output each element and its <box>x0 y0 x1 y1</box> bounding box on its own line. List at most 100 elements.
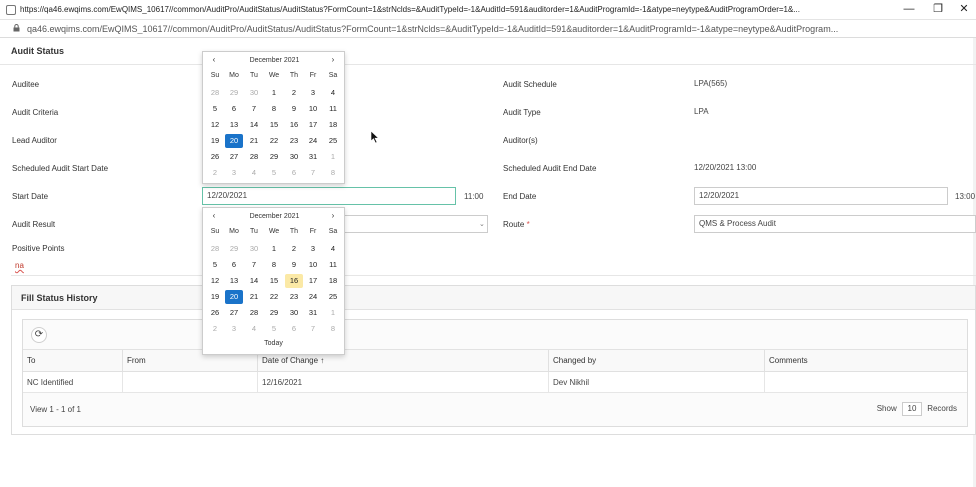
calendar-day[interactable]: 29 <box>225 242 243 256</box>
calendar-day[interactable]: 25 <box>324 134 342 148</box>
calendar-day[interactable]: 2 <box>206 322 224 336</box>
calendar-day[interactable]: 5 <box>265 322 283 336</box>
calendar-day[interactable]: 21 <box>245 290 263 304</box>
calendar-day[interactable]: 5 <box>265 166 283 180</box>
calendar-day[interactable]: 12 <box>206 118 224 132</box>
calendar-day[interactable]: 1 <box>324 150 342 164</box>
calendar-day[interactable]: 10 <box>304 258 322 272</box>
calendar-day[interactable]: 2 <box>285 242 303 256</box>
calendar-day[interactable]: 26 <box>206 306 224 320</box>
calendar-day[interactable]: 17 <box>304 118 322 132</box>
calendar-day[interactable]: 7 <box>304 322 322 336</box>
calendar-day[interactable]: 2 <box>206 166 224 180</box>
calendar-day[interactable]: 28 <box>206 242 224 256</box>
calendar-day[interactable]: 19 <box>206 290 224 304</box>
refresh-icon[interactable]: ⟳ <box>31 327 47 343</box>
calendar-day[interactable]: 12 <box>206 274 224 288</box>
page-size-input[interactable]: 10 <box>901 402 922 416</box>
minimize-button[interactable]: — <box>900 2 918 16</box>
calendar-day[interactable]: 17 <box>304 274 322 288</box>
calendar-day[interactable]: 7 <box>245 102 263 116</box>
calendar-day[interactable]: 30 <box>285 306 303 320</box>
calendar-day[interactable]: 10 <box>304 102 322 116</box>
calendar-day[interactable]: 21 <box>245 134 263 148</box>
calendar-day[interactable]: 9 <box>285 102 303 116</box>
calendar-day[interactable]: 8 <box>324 166 342 180</box>
calendar-day[interactable]: 24 <box>304 290 322 304</box>
calendar-day[interactable]: 22 <box>265 290 283 304</box>
calendar-day[interactable]: 24 <box>304 134 322 148</box>
calendar-day[interactable]: 5 <box>206 102 224 116</box>
calendar-day[interactable]: 27 <box>225 150 243 164</box>
calendar-day[interactable]: 4 <box>245 166 263 180</box>
next-month-button[interactable]: › <box>327 211 339 220</box>
route-select[interactable]: QMS & Process Audit <box>694 215 976 233</box>
calendar-day[interactable]: 15 <box>265 274 283 288</box>
address-url[interactable]: qa46.ewqims.com/EwQIMS_10617//common/Aud… <box>27 24 957 34</box>
column-header-to[interactable]: To <box>23 350 123 372</box>
calendar-day[interactable]: 27 <box>225 306 243 320</box>
end-time-value[interactable]: 13:00 <box>955 192 975 201</box>
restore-button[interactable]: ❐ <box>929 2 947 16</box>
start-date-input[interactable]: 12/20/2021 <box>202 187 456 205</box>
calendar-day[interactable]: 14 <box>245 274 263 288</box>
calendar-day[interactable]: 23 <box>285 290 303 304</box>
calendar-day[interactable]: 2 <box>285 86 303 100</box>
calendar-day[interactable]: 23 <box>285 134 303 148</box>
calendar-day[interactable]: 30 <box>245 242 263 256</box>
end-date-input[interactable]: 12/20/2021 <box>694 187 948 205</box>
calendar-day[interactable]: 14 <box>245 118 263 132</box>
prev-month-button[interactable]: ‹ <box>208 55 220 64</box>
calendar-day[interactable]: 31 <box>304 306 322 320</box>
calendar-day[interactable]: 29 <box>265 150 283 164</box>
calendar-day[interactable]: 6 <box>225 102 243 116</box>
calendar-day[interactable]: 13 <box>225 274 243 288</box>
prev-month-button[interactable]: ‹ <box>208 211 220 220</box>
calendar-day[interactable]: 16 <box>285 118 303 132</box>
calendar-day[interactable]: 29 <box>225 86 243 100</box>
calendar-day[interactable]: 1 <box>265 86 283 100</box>
calendar-day[interactable]: 13 <box>225 118 243 132</box>
calendar-day[interactable]: 3 <box>304 242 322 256</box>
calendar-day[interactable]: 7 <box>245 258 263 272</box>
calendar-day[interactable]: 20 <box>225 134 243 148</box>
column-header-changed-by[interactable]: Changed by <box>549 350 765 372</box>
calendar-day[interactable]: 20 <box>225 290 243 304</box>
calendar-day[interactable]: 3 <box>225 166 243 180</box>
calendar-day[interactable]: 4 <box>324 242 342 256</box>
calendar-day[interactable]: 18 <box>324 118 342 132</box>
next-month-button[interactable]: › <box>327 55 339 64</box>
calendar-day[interactable]: 8 <box>265 258 283 272</box>
calendar-day[interactable]: 8 <box>265 102 283 116</box>
calendar-month-title[interactable]: December 2021 <box>223 213 326 220</box>
calendar-day[interactable]: 22 <box>265 134 283 148</box>
calendar-day[interactable]: 11 <box>324 102 342 116</box>
address-bar[interactable]: qa46.ewqims.com/EwQIMS_10617//common/Aud… <box>0 20 976 38</box>
today-button[interactable]: Today <box>203 340 344 347</box>
calendar-day[interactable]: 25 <box>324 290 342 304</box>
column-header-comments[interactable]: Comments <box>765 350 969 372</box>
calendar-day[interactable]: 31 <box>304 150 322 164</box>
calendar-day[interactable]: 7 <box>304 166 322 180</box>
calendar-day[interactable]: 4 <box>324 86 342 100</box>
start-time-value[interactable]: 11:00 <box>464 192 483 201</box>
calendar-day[interactable]: 30 <box>245 86 263 100</box>
calendar-day[interactable]: 29 <box>265 306 283 320</box>
calendar-day[interactable]: 28 <box>245 150 263 164</box>
calendar-day[interactable]: 3 <box>304 86 322 100</box>
calendar-day[interactable]: 11 <box>324 258 342 272</box>
calendar-day[interactable]: 26 <box>206 150 224 164</box>
calendar-day[interactable]: 6 <box>285 322 303 336</box>
calendar-day[interactable]: 19 <box>206 134 224 148</box>
calendar-day[interactable]: 1 <box>324 306 342 320</box>
calendar-day[interactable]: 1 <box>265 242 283 256</box>
calendar-day[interactable]: 5 <box>206 258 224 272</box>
calendar-day[interactable]: 16 <box>285 274 303 288</box>
calendar-month-title[interactable]: December 2021 <box>223 57 326 64</box>
calendar-day[interactable]: 3 <box>225 322 243 336</box>
calendar-day[interactable]: 4 <box>245 322 263 336</box>
calendar-day[interactable]: 6 <box>225 258 243 272</box>
calendar-day[interactable]: 28 <box>245 306 263 320</box>
positive-points-value[interactable]: na <box>15 261 24 270</box>
calendar-day[interactable]: 28 <box>206 86 224 100</box>
